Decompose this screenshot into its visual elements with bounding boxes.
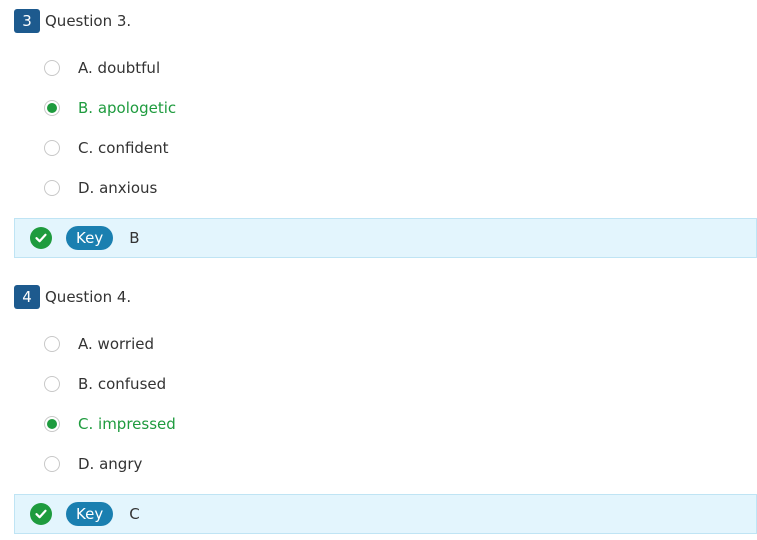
question-header: 4 Question 4. (14, 285, 131, 309)
check-circle-icon (30, 227, 52, 249)
radio-icon[interactable] (44, 140, 60, 156)
option-c[interactable]: C. impressed (44, 412, 176, 436)
option-label: B. apologetic (78, 99, 177, 117)
option-b[interactable]: B. apologetic (44, 96, 176, 120)
check-circle-icon (30, 503, 52, 525)
radio-icon[interactable] (44, 180, 60, 196)
option-label: D. angry (78, 455, 143, 473)
question-number-badge: 4 (14, 285, 40, 309)
question-title: Question 4. (45, 288, 132, 306)
answer-key-bar: Key B (14, 218, 757, 258)
key-badge: Key (66, 226, 114, 250)
radio-icon[interactable] (44, 336, 60, 352)
option-label: D. anxious (78, 179, 158, 197)
option-a[interactable]: A. worried (44, 332, 154, 356)
question-number-badge: 3 (14, 9, 40, 33)
option-a[interactable]: A. doubtful (44, 56, 160, 80)
option-d[interactable]: D. anxious (44, 176, 157, 200)
question-header: 3 Question 3. (14, 9, 131, 33)
key-answer: B (129, 229, 140, 247)
option-b[interactable]: B. confused (44, 372, 166, 396)
key-badge: Key (66, 502, 114, 526)
radio-icon[interactable] (44, 456, 60, 472)
option-label: A. doubtful (78, 59, 161, 77)
option-label: C. confident (78, 139, 169, 157)
radio-selected-icon[interactable] (44, 100, 60, 116)
option-d[interactable]: D. angry (44, 452, 142, 476)
option-label: B. confused (78, 375, 167, 393)
key-answer: C (129, 505, 140, 523)
answer-key-bar: Key C (14, 494, 757, 534)
question-title: Question 3. (45, 12, 132, 30)
option-c[interactable]: C. confident (44, 136, 169, 160)
option-label: A. worried (78, 335, 154, 353)
radio-icon[interactable] (44, 60, 60, 76)
radio-icon[interactable] (44, 376, 60, 392)
option-label: C. impressed (78, 415, 176, 433)
radio-selected-icon[interactable] (44, 416, 60, 432)
